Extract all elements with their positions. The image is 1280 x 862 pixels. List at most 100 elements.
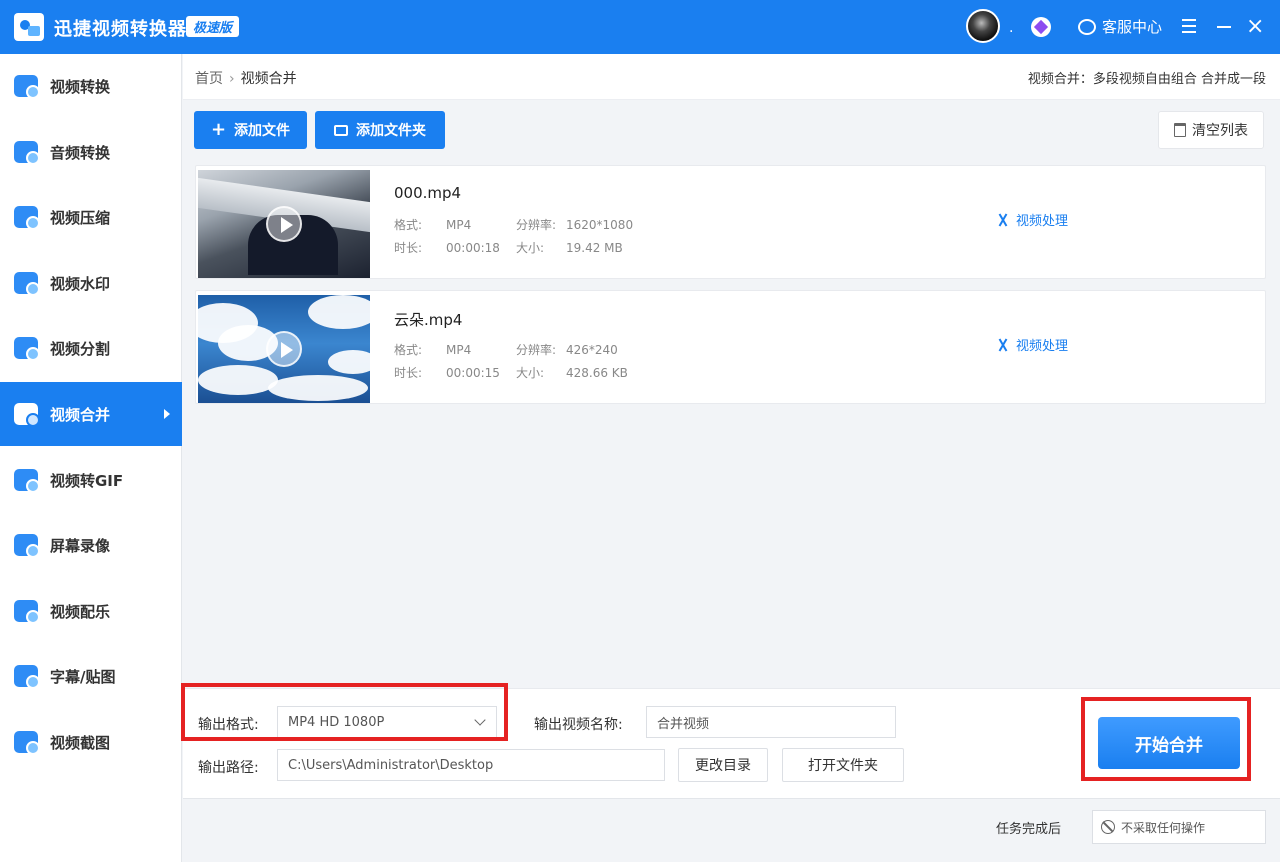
- sidebar-item-video-merge[interactable]: 视频合并: [0, 382, 182, 446]
- clear-list-button[interactable]: 清空列表: [1158, 111, 1264, 149]
- sidebar-item-video-compress[interactable]: 视频压缩: [0, 185, 182, 249]
- sidebar-item-label: 视频压缩: [50, 208, 111, 227]
- sidebar-item-video-watermark[interactable]: 视频水印: [0, 251, 182, 315]
- sidebar-item-label: 视频转GIF: [50, 471, 124, 490]
- sidebar-item-label: 屏幕录像: [50, 536, 111, 555]
- after-task-value: 不采取任何操作: [1121, 820, 1206, 835]
- sidebar-item-label: 音频转换: [50, 143, 111, 162]
- file-meta-row: 格式: MP4 分辨率: 1620*1080: [394, 216, 633, 233]
- output-name-label: 输出视频名称:: [534, 717, 623, 733]
- sidebar-item-label: 视频合并: [50, 405, 111, 424]
- active-arrow-icon: [164, 409, 170, 419]
- minimize-icon[interactable]: [1217, 26, 1231, 28]
- duration-value: 00:00:18: [446, 241, 500, 255]
- format-value: MP4: [446, 218, 472, 232]
- output-name-value: 合并视频: [657, 716, 710, 732]
- avatar-dot: .: [1009, 20, 1014, 36]
- add-folder-button[interactable]: 添加文件夹: [315, 111, 445, 149]
- screen-record-icon: [14, 534, 40, 558]
- add-folder-label: 添加文件夹: [356, 123, 426, 139]
- video-convert-icon: [14, 75, 40, 99]
- vip-icon[interactable]: [1031, 17, 1051, 37]
- video-process-button[interactable]: 视频处理: [996, 335, 1068, 354]
- output-name-input[interactable]: 合并视频: [646, 706, 896, 738]
- sidebar-item-label: 视频截图: [50, 733, 111, 752]
- play-icon[interactable]: [266, 331, 302, 367]
- file-name: 000.mp4: [394, 184, 462, 202]
- sidebar-item-label: 视频水印: [50, 274, 111, 293]
- sidebar-item-audio-convert[interactable]: 音频转换: [0, 120, 182, 184]
- breadcrumb-home[interactable]: 首页: [195, 71, 223, 87]
- video-compress-icon: [14, 206, 40, 230]
- resolution-value: 1620*1080: [566, 218, 634, 232]
- file-meta-row: 时长: 00:00:18 大小: 19.42 MB: [394, 239, 623, 256]
- change-directory-button[interactable]: 更改目录: [678, 748, 768, 782]
- list-item[interactable]: 000.mp4 格式: MP4 分辨率: 1620*1080 时长: 00:00:18 大…: [195, 165, 1266, 279]
- app-title: 迅捷视频转换器: [54, 19, 187, 40]
- size-label: 大小:: [516, 366, 545, 380]
- menu-icon[interactable]: [1182, 19, 1196, 33]
- sidebar-item-video-screenshot[interactable]: 视频截图: [0, 710, 182, 774]
- size-value: 19.42 MB: [566, 241, 623, 255]
- video-thumbnail[interactable]: [198, 170, 370, 278]
- video-merge-icon: [14, 403, 40, 427]
- format-label: 格式:: [394, 343, 423, 357]
- customer-service-label: 客服中心: [1102, 18, 1163, 36]
- add-file-button[interactable]: + 添加文件: [194, 111, 307, 149]
- scissors-icon: [996, 213, 1010, 227]
- duration-label: 时长:: [394, 241, 423, 255]
- sidebar-item-subtitle-sticker[interactable]: 字幕/贴图: [0, 644, 182, 708]
- size-value: 428.66 KB: [566, 366, 628, 380]
- list-item[interactable]: 云朵.mp4 格式: MP4 分辨率: 426*240 时长: 00:00:15 大小: 4…: [195, 290, 1266, 404]
- video-screenshot-icon: [14, 731, 40, 755]
- feature-hint: 视频合并：多段视频自由组合 合并成一段: [1027, 72, 1266, 87]
- video-watermark-icon: [14, 272, 40, 296]
- resolution-value: 426*240: [566, 343, 618, 357]
- sidebar-item-label: 视频分割: [50, 339, 111, 358]
- output-path-input[interactable]: C:\Users\Administrator\Desktop: [277, 749, 665, 781]
- subtitle-sticker-icon: [14, 665, 40, 689]
- duration-label: 时长:: [394, 366, 423, 380]
- sidebar-item-screen-record[interactable]: 屏幕录像: [0, 513, 182, 577]
- app-logo-icon: [14, 13, 44, 41]
- resolution-label: 分辨率:: [516, 218, 557, 232]
- ban-icon: [1101, 820, 1115, 834]
- after-task-label: 任务完成后: [996, 822, 1062, 837]
- video-process-button[interactable]: 视频处理: [996, 210, 1068, 229]
- breadcrumb-separator: ›: [229, 71, 235, 87]
- sidebar-item-video-gif[interactable]: 视频转GIF: [0, 448, 182, 512]
- video-split-icon: [14, 337, 40, 361]
- start-highlight-box: [1081, 697, 1251, 781]
- video-process-label: 视频处理: [1016, 214, 1069, 229]
- page-header: 首页 › 视频合并 视频合并：多段视频自由组合 合并成一段: [183, 54, 1280, 100]
- video-music-icon: [14, 600, 40, 624]
- video-thumbnail[interactable]: [198, 295, 370, 403]
- folder-icon: [334, 124, 348, 136]
- open-folder-button[interactable]: 打开文件夹: [782, 748, 904, 782]
- play-icon[interactable]: [266, 206, 302, 242]
- trash-icon: [1174, 123, 1186, 137]
- file-meta-row: 时长: 00:00:15 大小: 428.66 KB: [394, 364, 628, 381]
- clear-list-label: 清空列表: [1192, 123, 1248, 139]
- after-task-select[interactable]: 不采取任何操作: [1092, 810, 1266, 844]
- audio-convert-icon: [14, 141, 40, 165]
- sidebar-item-video-music[interactable]: 视频配乐: [0, 579, 182, 643]
- sidebar-item-video-split[interactable]: 视频分割: [0, 316, 182, 380]
- format-highlight-box: [181, 683, 508, 741]
- breadcrumb-current: 视频合并: [240, 71, 297, 87]
- resolution-label: 分辨率:: [516, 343, 557, 357]
- chat-icon: [1078, 18, 1096, 35]
- output-path-value: C:\Users\Administrator\Desktop: [288, 757, 494, 773]
- edition-badge: 极速版: [186, 16, 240, 37]
- video-gif-icon: [14, 469, 40, 493]
- plus-icon: +: [210, 119, 227, 140]
- user-avatar[interactable]: [966, 9, 1000, 43]
- title-bar: 迅捷视频转换器 极速版 . 客服中心 ×: [0, 0, 1280, 54]
- sidebar-item-label: 视频转换: [50, 77, 111, 96]
- close-icon[interactable]: ×: [1246, 16, 1264, 38]
- sidebar-item-video-convert[interactable]: 视频转换: [0, 54, 182, 118]
- sidebar-item-label: 字幕/贴图: [50, 667, 116, 686]
- sidebar-item-label: 视频配乐: [50, 602, 111, 621]
- customer-service-button[interactable]: 客服中心: [1078, 16, 1162, 37]
- format-label: 格式:: [394, 218, 423, 232]
